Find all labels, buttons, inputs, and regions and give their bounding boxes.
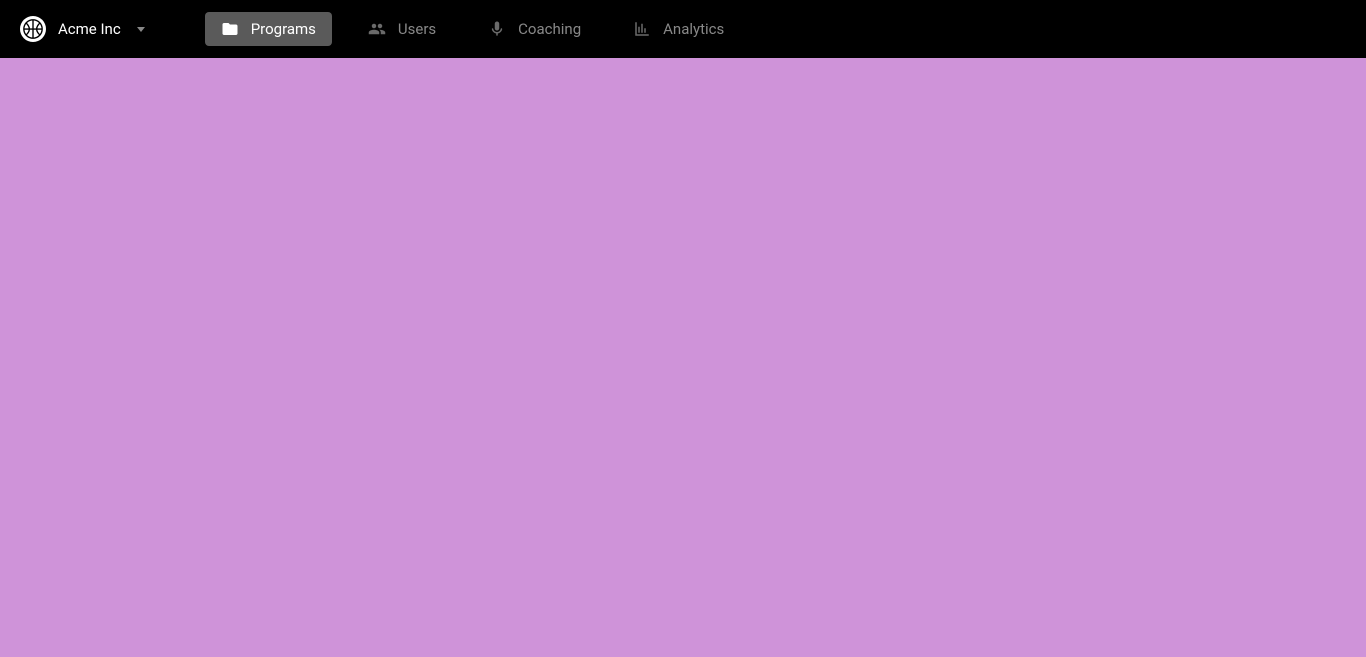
nav-item-label: Coaching — [518, 20, 581, 38]
nav-items-container: Programs Users Coaching Analytics — [205, 12, 741, 46]
caret-down-icon — [137, 27, 145, 32]
nav-item-label: Analytics — [663, 20, 724, 38]
nav-item-label: Users — [398, 20, 436, 38]
nav-item-programs[interactable]: Programs — [205, 12, 332, 46]
nav-item-coaching[interactable]: Coaching — [472, 12, 597, 46]
users-icon — [368, 20, 386, 38]
nav-item-label: Programs — [251, 20, 316, 38]
main-content-area — [0, 58, 1366, 657]
microphone-icon — [488, 20, 506, 38]
bar-chart-icon — [633, 20, 651, 38]
top-navbar: Acme Inc Programs Users Coaching — [0, 0, 1366, 58]
nav-item-users[interactable]: Users — [352, 12, 452, 46]
brand-name-label: Acme Inc — [58, 20, 121, 38]
nav-item-analytics[interactable]: Analytics — [617, 12, 740, 46]
folder-icon — [221, 20, 239, 38]
basketball-icon — [22, 18, 44, 40]
brand-logo — [20, 16, 46, 42]
brand-dropdown[interactable]: Acme Inc — [20, 16, 145, 42]
